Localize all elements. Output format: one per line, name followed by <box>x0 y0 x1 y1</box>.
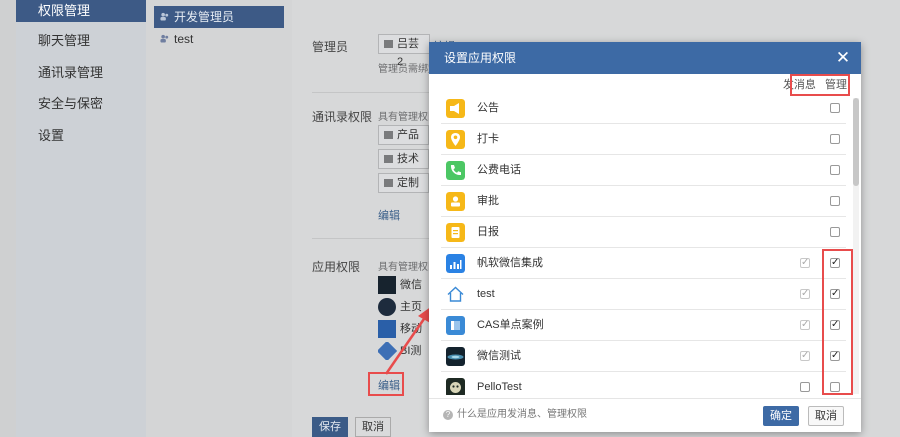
save-button[interactable]: 保存 <box>312 417 348 437</box>
dialog-header: 设置应用权限 ✕ <box>429 42 861 74</box>
close-icon[interactable]: ✕ <box>833 42 853 74</box>
send-message-checkbox[interactable]: ✓ <box>800 351 810 361</box>
dialog-title: 设置应用权限 <box>444 51 517 65</box>
folder-icon <box>384 155 393 163</box>
dialog-footer: ? 什么是应用发消息、管理权限 确定 取消 <box>429 398 861 432</box>
admin-chip[interactable]: 吕芸2 <box>378 34 430 68</box>
page-left-strip <box>0 0 16 437</box>
confirm-button[interactable]: 确定 <box>763 406 799 426</box>
scroll-thumb[interactable] <box>853 98 859 186</box>
list-scrollbar[interactable] <box>853 98 859 394</box>
app-list-item: 微信测试 <box>378 276 429 294</box>
tree-item-label: test <box>174 32 194 46</box>
app-permission-dialog: 设置应用权限 ✕ 发消息 管理 公告 打卡 公费电话 审批 日报 帆软微信集成 … <box>429 42 861 432</box>
list-item: 公告 <box>441 93 846 124</box>
dept-chip[interactable]: 技术支持 <box>378 149 429 169</box>
dept-chip-label: 定制开发 <box>397 177 419 189</box>
bar-chart-app-icon <box>446 254 465 273</box>
manage-checkbox[interactable] <box>830 134 840 144</box>
app-permission-list: 公告 打卡 公费电话 审批 日报 帆软微信集成 ✓ ✓ test ✓ ✓ CAS… <box>441 93 846 395</box>
page-cancel-button[interactable]: 取消 <box>355 417 391 437</box>
nav-item-settings[interactable]: 设置 <box>16 125 146 157</box>
app-name: 帆软微信集成 <box>477 257 543 269</box>
divider <box>312 92 429 93</box>
app-list-label: 微信测试 <box>400 279 422 291</box>
app-name: 微信测试 <box>477 350 521 362</box>
list-item: 审批 <box>441 186 846 217</box>
nav-item-security[interactable]: 安全与保密 <box>16 93 146 125</box>
dept-chip-label: 产品 <box>397 129 419 141</box>
dept-chip-label: 技术支持 <box>397 153 419 165</box>
user-icon <box>384 40 393 48</box>
list-item: 帆软微信集成 ✓ ✓ <box>441 248 846 279</box>
tree-item-test[interactable]: test <box>154 28 284 50</box>
cas-app-icon <box>446 316 465 335</box>
help-link[interactable]: ? 什么是应用发消息、管理权限 <box>443 408 587 422</box>
user-group-icon <box>160 12 169 21</box>
aurora-app-icon <box>446 347 465 366</box>
house-icon <box>447 286 464 302</box>
person-stamp-icon <box>446 192 465 211</box>
folder-icon <box>384 179 393 187</box>
divider <box>312 238 429 239</box>
tree-item-label: 开发管理员 <box>174 10 235 24</box>
app-name: CAS单点案例 <box>477 319 544 331</box>
app-name: 公告 <box>477 102 499 114</box>
admin-label: 管理员 <box>312 40 349 54</box>
folder-icon <box>384 131 393 139</box>
send-message-checkbox[interactable]: ✓ <box>800 289 810 299</box>
nav-item-contacts[interactable]: 通讯录管理 <box>16 62 146 94</box>
manage-checkbox[interactable] <box>830 196 840 206</box>
manage-checkbox[interactable] <box>830 165 840 175</box>
user-group-icon <box>160 34 169 43</box>
send-message-checkbox[interactable] <box>800 382 810 392</box>
manage-checkbox[interactable] <box>830 227 840 237</box>
list-item: 公费电话 <box>441 155 846 186</box>
report-icon <box>446 223 465 242</box>
list-item: CAS单点案例 ✓ ✓ <box>441 310 846 341</box>
sidebar-nav: 权限管理 聊天管理 通讯录管理 安全与保密 设置 <box>16 0 146 437</box>
app-name: PelloTest <box>477 381 522 393</box>
app-name: 公费电话 <box>477 164 521 176</box>
list-item: 微信测试 ✓ ✓ <box>441 341 846 372</box>
megaphone-icon <box>446 99 465 118</box>
app-name: 日报 <box>477 226 499 238</box>
app-name: test <box>477 288 495 300</box>
list-item: test ✓ ✓ <box>441 279 846 310</box>
tree-item-dev-admin[interactable]: 开发管理员 <box>154 6 284 28</box>
phone-icon <box>446 161 465 180</box>
location-pin-icon <box>446 130 465 149</box>
list-item: PelloTest <box>441 372 846 395</box>
app-name: 打卡 <box>477 133 499 145</box>
pello-app-icon <box>446 378 465 395</box>
list-item: 打卡 <box>441 124 846 155</box>
contacts-permission-label: 通讯录权限 <box>312 110 373 124</box>
send-message-checkbox[interactable]: ✓ <box>800 320 810 330</box>
highlight-box-manage-checkboxes <box>822 249 853 395</box>
manage-checkbox[interactable] <box>830 103 840 113</box>
aurora-app-icon <box>378 276 396 294</box>
highlight-box-columns <box>790 74 850 96</box>
list-item: 日报 <box>441 217 846 248</box>
admin-tree: 开发管理员 test <box>146 0 292 437</box>
app-permission-label: 应用权限 <box>312 260 361 274</box>
nav-item-permissions[interactable]: 权限管理 <box>16 0 146 22</box>
contacts-edit-link[interactable]: 编辑 <box>378 207 400 223</box>
help-text: 什么是应用发消息、管理权限 <box>457 409 587 420</box>
dept-chip[interactable]: 定制开发 <box>378 173 429 193</box>
cancel-button[interactable]: 取消 <box>808 406 844 426</box>
nav-item-chat[interactable]: 聊天管理 <box>16 30 146 62</box>
dept-chip[interactable]: 产品 <box>378 125 429 145</box>
app-name: 审批 <box>477 195 499 207</box>
question-icon: ? <box>443 410 453 420</box>
send-message-checkbox[interactable]: ✓ <box>800 258 810 268</box>
